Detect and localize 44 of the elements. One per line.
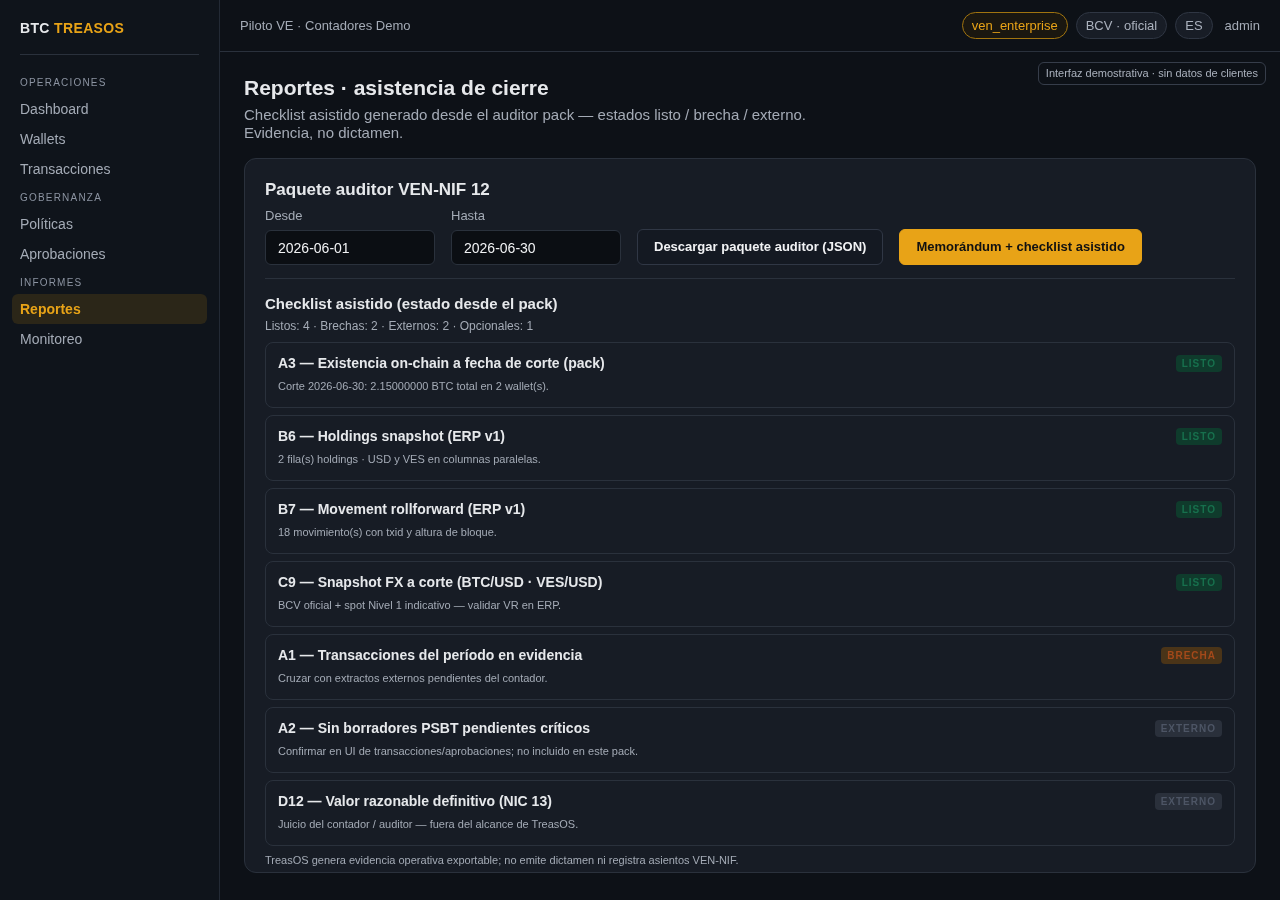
- item-title: B7 — Movement rollforward (ERP v1): [278, 499, 526, 519]
- card-title: Paquete auditor VEN-NIF 12: [265, 179, 491, 201]
- item-title: D12 — Valor razonable definitivo (NIC 13): [278, 791, 553, 811]
- item-title: C9 — Snapshot FX a corte (BTC/USD · VES/USD): [278, 572, 603, 592]
- item-detail: Corte 2026-06-30: 2.15000000 BTC total en 2 wallet(s).: [278, 378, 550, 394]
- nav-item[interactable]: Políticas: [12, 209, 207, 239]
- item-title: A3 — Existencia on-chain a fecha de corte (pack): [278, 353, 605, 373]
- nav-section-heading: INFORMES: [19, 276, 84, 290]
- item-detail: BCV oficial + spot Nivel 1 indicativo — validar VR en ERP.: [278, 597, 563, 613]
- status-chip[interactable]: ven_enterprise: [961, 11, 1068, 40]
- checklist-title: Checklist asistido (estado desde el pack): [265, 294, 559, 314]
- nav-item[interactable]: Wallets: [12, 124, 207, 154]
- item-title: B6 — Holdings snapshot (ERP v1): [278, 426, 506, 446]
- user-name[interactable]: admin: [1224, 15, 1260, 36]
- nav-section-heading: GOBERNANZA: [19, 191, 103, 205]
- nav-section-heading: OPERACIONES: [19, 76, 108, 90]
- footer-note: TreasOS genera evidencia operativa exportable; no emite dictamen ni registra asientos VEN-NIF.: [265, 852, 740, 868]
- workspace-label: Piloto VE · Contadores Demo: [240, 16, 411, 35]
- nav-item[interactable]: Monitoreo: [12, 324, 207, 354]
- item-detail: 18 movimiento(s) con txid y altura de bloque.: [278, 524, 498, 540]
- nav-item[interactable]: Reportes: [12, 294, 207, 324]
- item-detail: Cruzar con extractos externos pendientes del contador.: [278, 670, 549, 686]
- nav-item[interactable]: Dashboard: [12, 94, 207, 124]
- field-label: Hasta: [451, 206, 486, 225]
- status-chip[interactable]: ES: [1175, 11, 1213, 40]
- action-button[interactable]: Memorándum + checklist asistido: [899, 229, 1142, 265]
- item-detail: Juicio del contador / auditor — fuera del alcance de TreasOS.: [278, 816, 579, 832]
- nav-item[interactable]: Transacciones: [12, 154, 207, 184]
- status-badge: BRECHA: [1161, 646, 1222, 664]
- item-detail: 2 fila(s) holdings · USD y VES en columnas paralelas.: [278, 451, 541, 467]
- nav-item[interactable]: Aprobaciones: [12, 239, 207, 269]
- item-title: A2 — Sin borradores PSBT pendientes críticos: [278, 718, 591, 738]
- page-title: Reportes · asistencia de cierre: [244, 75, 550, 101]
- date-field[interactable]: 2026-06-30: [451, 230, 621, 265]
- field-label: Desde: [265, 206, 304, 225]
- item-title: A1 — Transacciones del período en evidencia: [278, 645, 583, 665]
- action-button[interactable]: Descargar paquete auditor (JSON): [637, 229, 884, 265]
- brand-logo: BTC TREASOS: [20, 20, 125, 36]
- page-subtitle: Checklist asistido generado desde el auditor pack — estados listo / brecha / externo. Evidencia, no dictamen.: [244, 106, 807, 142]
- date-field[interactable]: 2026-06-01: [265, 230, 435, 265]
- checklist-summary: Listos: 4 · Brechas: 2 · Externos: 2 · Opcionales: 1: [265, 317, 535, 334]
- demo-notice: Interfaz demostrativa · sin datos de clientes: [1037, 62, 1266, 85]
- item-detail: Confirmar en UI de transacciones/aprobaciones; no incluido en este pack.: [278, 743, 639, 759]
- status-chip[interactable]: BCV · oficial: [1075, 11, 1168, 40]
